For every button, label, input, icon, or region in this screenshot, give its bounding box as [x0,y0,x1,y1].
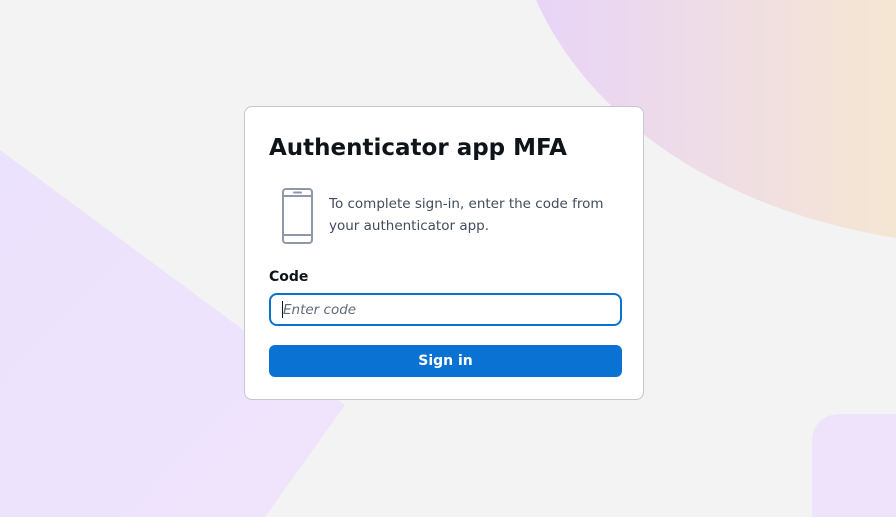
code-input[interactable] [269,293,622,326]
text-caret [282,301,283,318]
bottom-right-blob [812,414,896,517]
sign-in-button[interactable]: Sign in [269,345,622,377]
code-label: Code [269,269,309,285]
instructions-text: To complete sign-in, enter the code from… [329,196,604,234]
mfa-card: Authenticator app MFA To complete sign-i… [244,106,644,400]
page-title: Authenticator app MFA [269,135,567,161]
phone-icon [282,188,313,244]
